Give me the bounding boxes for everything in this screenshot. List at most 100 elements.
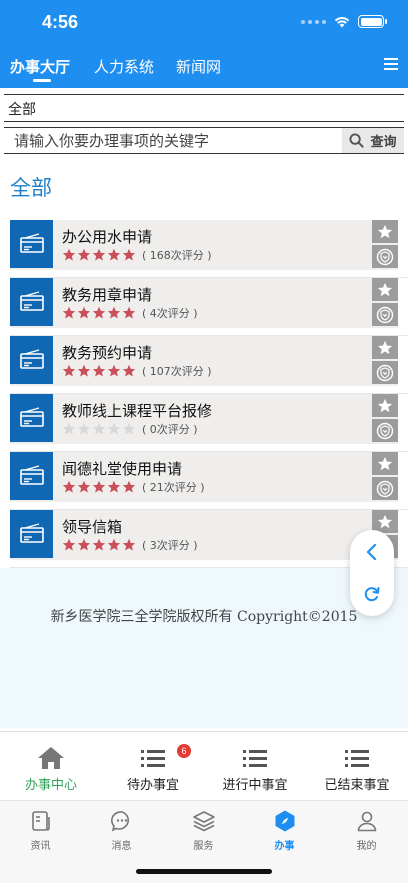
refresh-icon[interactable] [362, 584, 382, 604]
service-name: 闻德礼堂使用申请 [62, 460, 183, 478]
star-icon [107, 538, 121, 551]
status-time: 4:56 [42, 12, 79, 32]
rating-count: ( 0次评分 ) [142, 423, 198, 436]
star-icon [377, 398, 393, 412]
bottom-tab-label: 办事 [274, 841, 295, 852]
subtab-label: 待办事宜 [126, 778, 179, 793]
section-title: 全部 [10, 176, 52, 200]
bottom-tab-label: 我的 [356, 841, 377, 852]
search-button[interactable]: 查询 [342, 128, 404, 153]
star-rating [62, 248, 136, 262]
favorite-button[interactable] [372, 220, 398, 243]
tab-renli-xitong[interactable]: 人力系统 [94, 56, 154, 77]
star-icon [377, 340, 393, 354]
star-icon [107, 248, 121, 261]
shield-button[interactable] [372, 245, 398, 268]
search-button-label: 查询 [370, 135, 397, 150]
floating-action-pill [350, 530, 394, 616]
back-chevron-icon[interactable] [362, 542, 382, 562]
star-icon [77, 248, 91, 261]
subtab-jinxingzhong-shiyi[interactable]: 进行中事宜 [204, 732, 306, 798]
star-icon [77, 364, 91, 377]
service-name: 教务用章申请 [62, 286, 153, 304]
star-icon [107, 306, 121, 319]
bottom-tab-label: 服务 [193, 841, 214, 852]
star-icon [377, 456, 393, 470]
subtab-yijieshu-shiyi[interactable]: 已结束事宜 [306, 732, 408, 798]
card-icon [10, 278, 53, 326]
service-item[interactable]: 闻德礼堂使用申请 ( 21次评分 ) [10, 452, 408, 510]
battery-icon [358, 15, 387, 28]
star-icon [62, 248, 76, 261]
service-rating: ( 0次评分 ) [62, 421, 198, 437]
list-icon [243, 750, 267, 767]
rating-count: ( 107次评分 ) [142, 365, 212, 378]
top-navigation: 办事大厅 人力系统 新闻网 [0, 46, 408, 88]
status-bar: 4:56 [0, 0, 408, 46]
list-icon [141, 750, 165, 767]
bottom-tab-news[interactable]: 资讯 [0, 809, 81, 852]
shield-badge-icon [376, 422, 394, 439]
service-item[interactable]: 办公用水申请 ( 168次评分 ) [10, 220, 408, 278]
service-item[interactable]: 领导信箱 ( 3次评分 ) [10, 510, 408, 568]
subtab-banshi-zhongxin[interactable]: 办事中心 [0, 732, 102, 798]
home-icon [38, 747, 64, 769]
star-icon [92, 422, 106, 435]
card-icon [10, 452, 53, 500]
category-select[interactable]: 全部 [4, 94, 404, 122]
wifi-icon [334, 16, 350, 27]
shield-badge-icon [376, 480, 394, 497]
service-rating: ( 168次评分 ) [62, 247, 212, 263]
favorite-button[interactable] [372, 336, 398, 359]
shield-button[interactable] [372, 477, 398, 500]
star-icon [377, 514, 393, 528]
favorite-button[interactable] [372, 278, 398, 301]
star-icon [77, 538, 91, 551]
star-icon [122, 364, 136, 377]
service-name: 教师线上课程平台报修 [62, 402, 213, 420]
bottom-tab-services[interactable]: 服务 [163, 809, 244, 852]
rating-count: ( 4次评分 ) [142, 307, 198, 320]
search-input[interactable] [4, 128, 342, 153]
card-icon [10, 394, 53, 442]
star-rating [62, 538, 136, 552]
service-item[interactable]: 教师线上课程平台报修 ( 0次评分 ) [10, 394, 408, 452]
message-icon [110, 811, 129, 832]
copyright-text: 新乡医学院三全学院版权所有 Copyright©2015 [50, 609, 358, 625]
service-item[interactable]: 教务预约申请 ( 107次评分 ) [10, 336, 408, 394]
star-icon [92, 480, 106, 493]
bottom-tab-profile[interactable]: 我的 [326, 809, 407, 852]
shield-button[interactable] [372, 303, 398, 326]
pending-count-badge: 6 [177, 744, 191, 758]
service-rating: ( 4次评分 ) [62, 305, 198, 321]
service-item[interactable]: 教务用章申请 ( 4次评分 ) [10, 278, 408, 336]
shield-button[interactable] [372, 419, 398, 442]
card-icon [10, 336, 53, 384]
star-icon [377, 224, 393, 238]
star-icon [122, 422, 136, 435]
star-icon [77, 422, 91, 435]
signal-icon [301, 19, 326, 24]
rating-count: ( 21次评分 ) [142, 481, 205, 494]
bottom-tab-messages[interactable]: 消息 [81, 809, 162, 852]
star-icon [107, 364, 121, 377]
star-icon [92, 538, 106, 551]
star-icon [92, 364, 106, 377]
card-icon [10, 510, 53, 558]
service-actions [372, 336, 398, 386]
bottom-tab-affairs[interactable]: 办事 [244, 809, 325, 852]
star-icon [377, 282, 393, 296]
tab-xinwen-wang[interactable]: 新闻网 [176, 56, 221, 77]
star-rating [62, 306, 136, 320]
menu-icon[interactable] [384, 58, 398, 72]
service-name: 办公用水申请 [62, 228, 153, 246]
rating-count: ( 168次评分 ) [142, 249, 212, 262]
home-indicator [136, 869, 272, 874]
favorite-button[interactable] [372, 394, 398, 417]
favorite-button[interactable] [372, 452, 398, 475]
shield-button[interactable] [372, 361, 398, 384]
subtab-daiban-shiyi[interactable]: 待办事宜 [102, 732, 204, 798]
service-name: 领导信箱 [62, 518, 123, 536]
tab-banshi-dating[interactable]: 办事大厅 [10, 56, 70, 77]
star-icon [107, 480, 121, 493]
